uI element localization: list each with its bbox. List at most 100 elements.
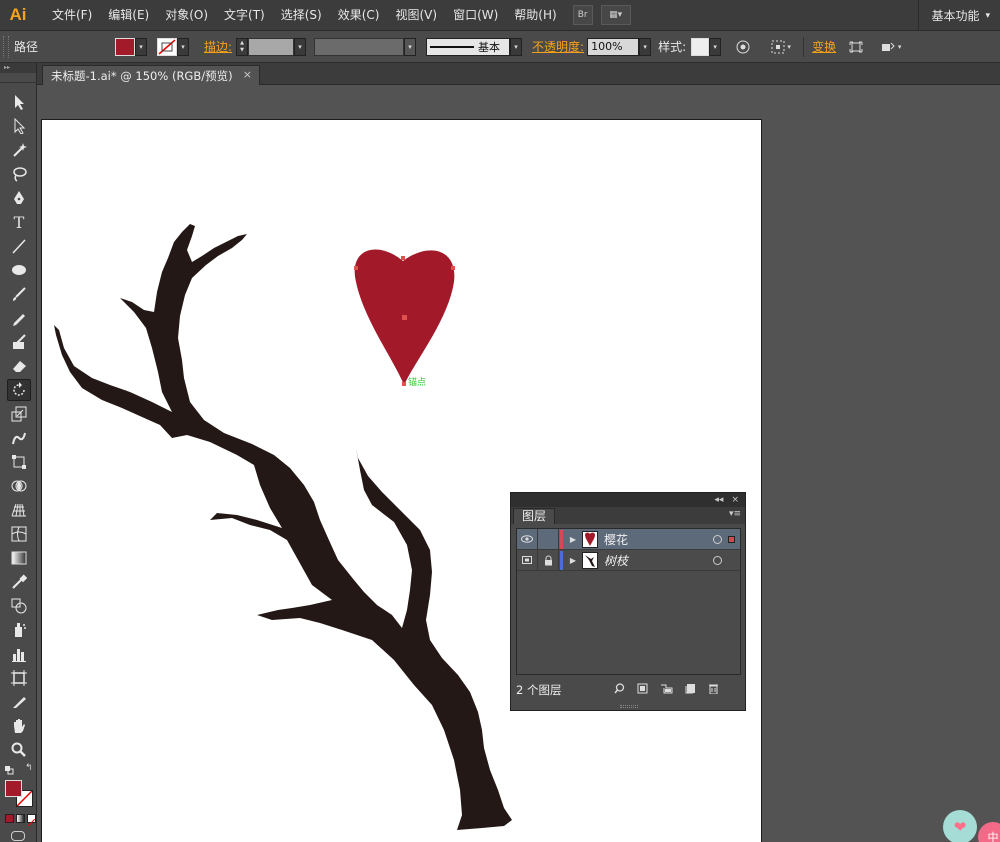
blend-tool-icon[interactable]: [7, 595, 31, 617]
recolor-artwork-icon[interactable]: [733, 37, 753, 57]
menu-window[interactable]: 窗口(W): [445, 0, 506, 31]
workspace-switcher[interactable]: 基本功能 ▾: [918, 0, 1000, 31]
stroke-color-control[interactable]: ▾: [157, 37, 189, 57]
pen-tool-icon[interactable]: [7, 187, 31, 209]
artboard-tool-icon[interactable]: [7, 667, 31, 689]
layer-name[interactable]: 樱花: [604, 531, 628, 548]
search-icon[interactable]: [614, 683, 625, 697]
panel-options-icon[interactable]: ▾: [876, 37, 906, 57]
panel-menu-icon[interactable]: ▾≡: [729, 509, 741, 519]
clipping-mask-icon[interactable]: [637, 683, 648, 697]
lasso-tool-icon[interactable]: [7, 163, 31, 185]
delete-icon[interactable]: [708, 683, 719, 697]
menu-edit[interactable]: 编辑(E): [100, 0, 157, 31]
collapse-icon[interactable]: ◂◂: [714, 495, 723, 505]
slice-tool-icon[interactable]: [7, 691, 31, 713]
line-tool-icon[interactable]: [7, 235, 31, 257]
chevron-down-icon[interactable]: ▾: [510, 37, 523, 56]
selection-tool-icon[interactable]: [7, 91, 31, 113]
target-icon[interactable]: [713, 534, 722, 544]
stroke-weight-input[interactable]: [248, 37, 295, 56]
layer-name[interactable]: 树枝: [604, 552, 628, 569]
chevron-down-icon[interactable]: ▾: [709, 37, 722, 56]
menu-object[interactable]: 对象(O): [157, 0, 216, 31]
menu-type[interactable]: 文字(T): [216, 0, 273, 31]
expand-triangle-icon[interactable]: ▶: [566, 556, 580, 565]
rotate-tool-icon[interactable]: [7, 379, 31, 401]
blob-brush-tool-icon[interactable]: [7, 331, 31, 353]
layer-row-1[interactable]: ▶ 樱花: [517, 528, 740, 550]
selection-indicator[interactable]: [728, 535, 735, 543]
tools-grip[interactable]: [0, 75, 37, 83]
brush-definition-select[interactable]: 基本: [426, 37, 511, 56]
opacity-input[interactable]: 100%: [587, 37, 640, 56]
hand-tool-icon[interactable]: [7, 715, 31, 737]
layer-row-2[interactable]: ▶ 树枝: [517, 549, 740, 571]
stroke-label[interactable]: 描边:: [204, 38, 232, 55]
lock-icon[interactable]: [538, 549, 559, 571]
variable-width-profile[interactable]: [314, 37, 405, 56]
swap-colors-icon[interactable]: ↰: [25, 763, 33, 773]
default-colors-icon[interactable]: [5, 764, 14, 775]
gradient-tool-icon[interactable]: [7, 547, 31, 569]
shape-builder-tool-icon[interactable]: [7, 475, 31, 497]
chevron-down-icon[interactable]: ▾: [294, 37, 307, 56]
mesh-tool-icon[interactable]: [7, 523, 31, 545]
eyedropper-tool-icon[interactable]: [7, 571, 31, 593]
magic-wand-tool-icon[interactable]: [7, 139, 31, 161]
panel-resize-grip[interactable]: [620, 705, 638, 708]
chevron-down-icon[interactable]: ▾: [639, 37, 652, 56]
eye-icon[interactable]: [517, 528, 538, 550]
tools-panel-header[interactable]: ▸▸: [0, 63, 36, 73]
close-icon[interactable]: ×: [243, 68, 252, 81]
lock-toggle[interactable]: [538, 528, 559, 550]
stroke-weight-stepper[interactable]: ▲ ▼: [236, 37, 249, 56]
arrange-documents-button[interactable]: ▦▾: [600, 5, 631, 25]
artboard[interactable]: 锚点: [41, 119, 762, 842]
symbol-sprayer-tool-icon[interactable]: [7, 619, 31, 641]
color-mode-button[interactable]: [5, 814, 14, 823]
fill-color-control[interactable]: ▾: [115, 37, 147, 57]
drawing-mode-icon[interactable]: [11, 831, 25, 841]
expand-triangle-icon[interactable]: ▶: [566, 535, 580, 544]
document-tab[interactable]: 未标题-1.ai* @ 150% (RGB/预览) ×: [42, 65, 260, 85]
fill-box[interactable]: [5, 780, 22, 797]
none-mode-button[interactable]: [27, 814, 36, 827]
menu-select[interactable]: 选择(S): [273, 0, 330, 31]
object-type-label: 路径: [14, 40, 39, 54]
outline-view-icon[interactable]: [517, 549, 538, 571]
menu-help[interactable]: 帮助(H): [506, 0, 564, 31]
direct-selection-tool-icon[interactable]: [7, 115, 31, 137]
transform-label[interactable]: 变换: [812, 38, 836, 55]
new-layer-icon[interactable]: [685, 683, 696, 697]
scale-tool-icon[interactable]: [7, 403, 31, 425]
target-icon[interactable]: [713, 555, 722, 565]
layers-panel-titlebar[interactable]: ◂◂ ×: [511, 493, 745, 507]
gradient-mode-button[interactable]: [16, 814, 25, 823]
warp-tool-icon[interactable]: [7, 427, 31, 449]
free-transform-tool-icon[interactable]: [7, 451, 31, 473]
tab-layers[interactable]: 图层: [513, 508, 556, 524]
opacity-label[interactable]: 不透明度:: [532, 38, 584, 55]
menu-view[interactable]: 视图(V): [387, 0, 445, 31]
ellipse-tool-icon[interactable]: [7, 259, 31, 281]
paintbrush-tool-icon[interactable]: [7, 283, 31, 305]
floating-heart-button[interactable]: ❤: [943, 810, 977, 842]
chevron-down-icon[interactable]: ▾: [404, 37, 417, 56]
zoom-tool-icon[interactable]: [7, 739, 31, 761]
close-icon[interactable]: ×: [731, 495, 739, 505]
new-sublayer-icon[interactable]: [660, 683, 673, 697]
isolate-object-icon[interactable]: [846, 37, 866, 57]
column-graph-tool-icon[interactable]: [7, 643, 31, 665]
graphic-style-swatch[interactable]: [691, 37, 710, 56]
pencil-tool-icon[interactable]: [7, 307, 31, 329]
control-bar-grip[interactable]: [3, 35, 9, 58]
floating-input-method-button[interactable]: 中: [978, 822, 1000, 842]
perspective-grid-tool-icon[interactable]: [7, 499, 31, 521]
menu-effect[interactable]: 效果(C): [330, 0, 388, 31]
bridge-button[interactable]: Br: [572, 5, 593, 25]
eraser-tool-icon[interactable]: [7, 355, 31, 377]
align-icon[interactable]: ▾: [767, 37, 795, 57]
type-tool-icon[interactable]: T: [7, 211, 31, 233]
menu-file[interactable]: 文件(F): [44, 0, 100, 31]
